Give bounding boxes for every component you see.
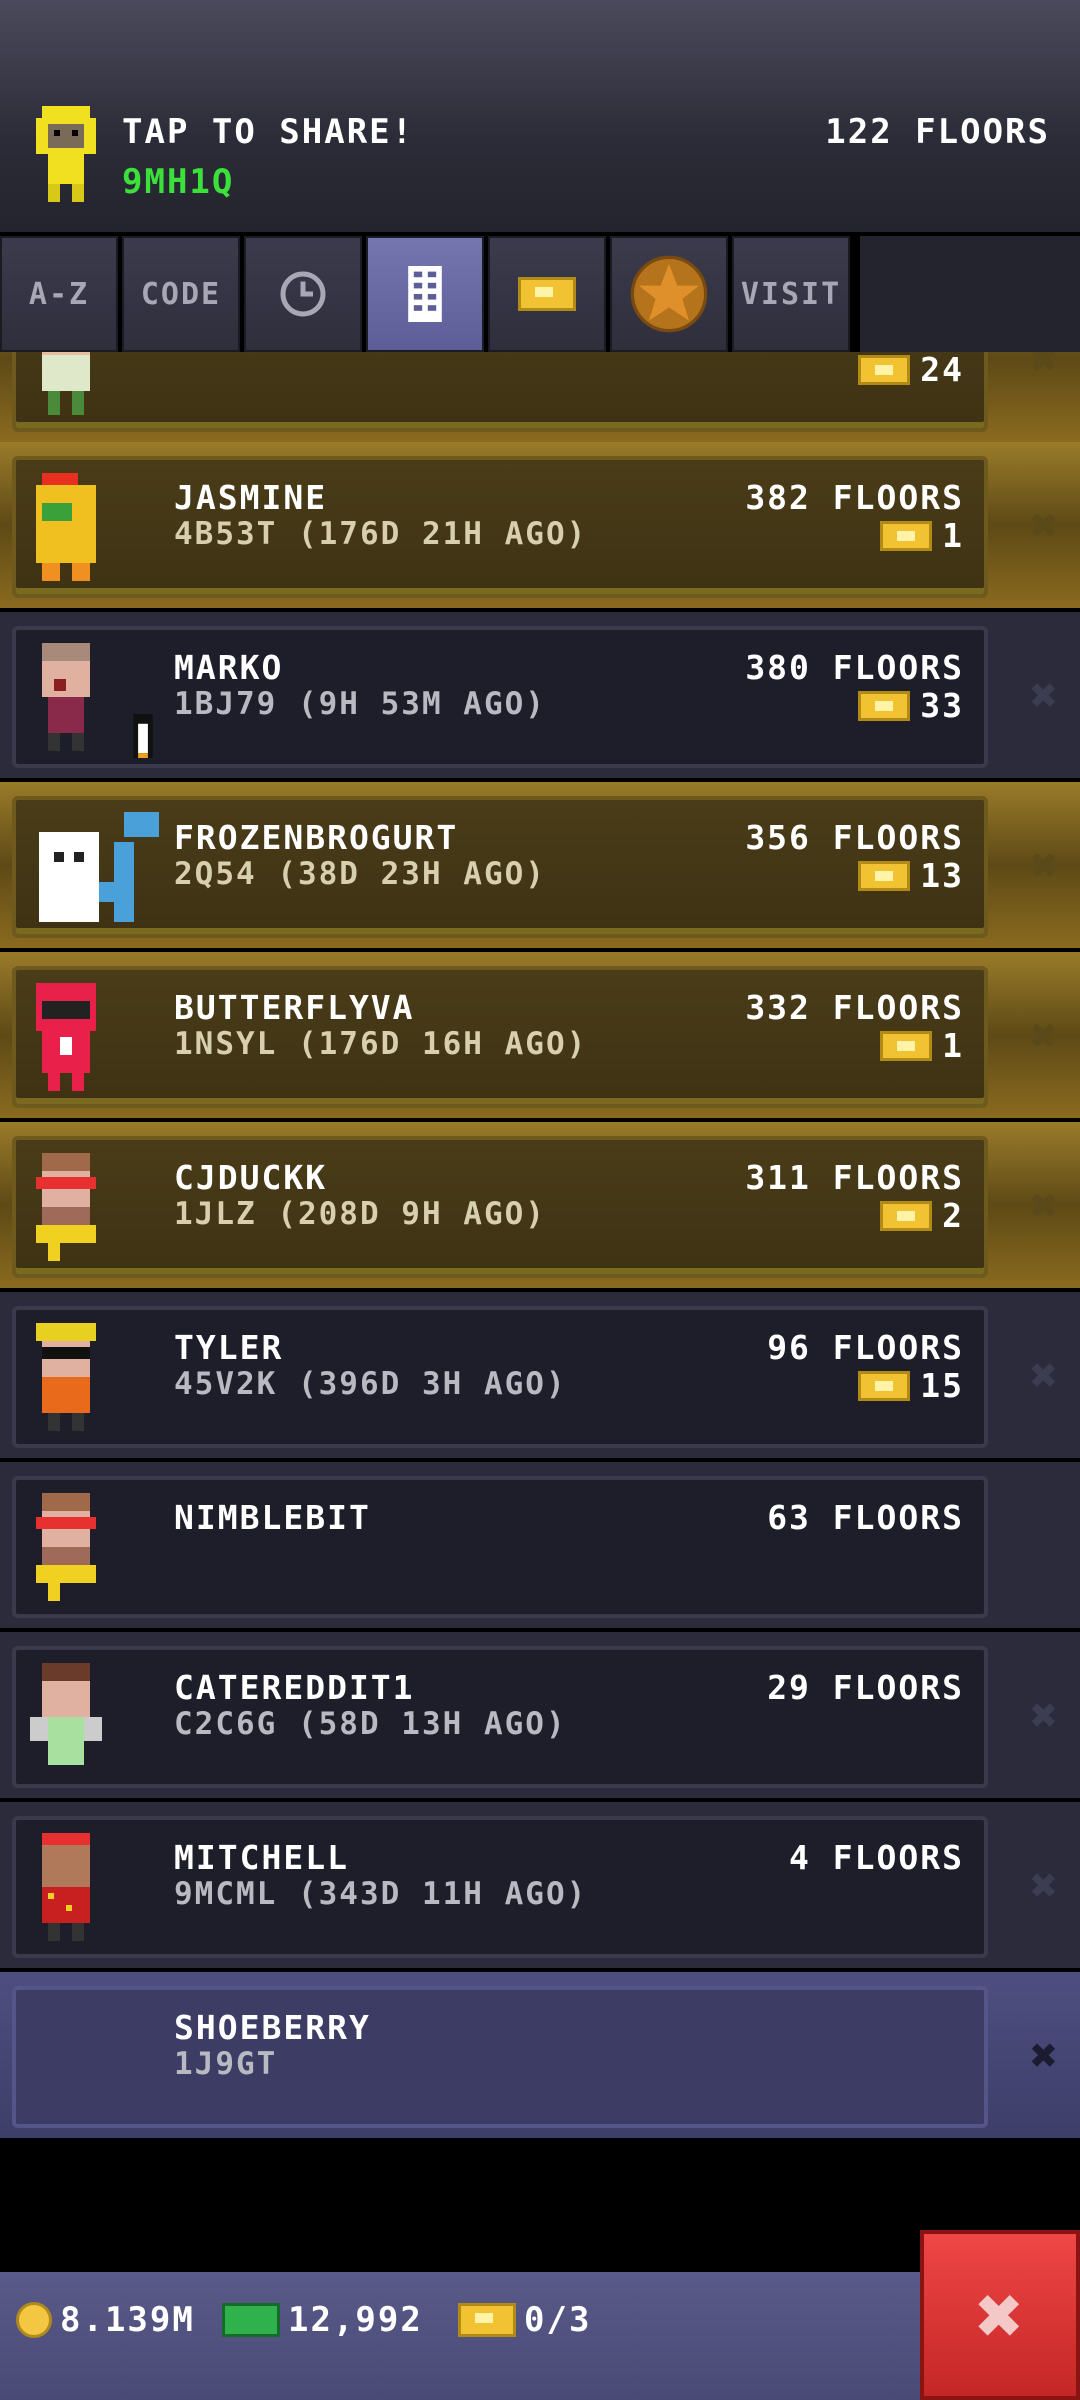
list-item[interactable]: JASMINE 4B53T (176D 21H AGO) 382 FLOORS … bbox=[0, 442, 1080, 608]
ticket-icon bbox=[858, 1370, 911, 1401]
list-item[interactable]: MITCHELL 9MCML (343D 11H AGO) 4 FLOORS ✖ bbox=[0, 1802, 1080, 1968]
ticket-icon bbox=[880, 1200, 933, 1231]
ticket-icon bbox=[880, 1030, 933, 1061]
friend-avatar bbox=[36, 1153, 96, 1261]
friend-avatar bbox=[42, 1833, 90, 1941]
star-icon bbox=[630, 255, 708, 333]
tab-bar-filler bbox=[860, 236, 1080, 352]
remove-friend-button[interactable]: ✖ bbox=[1030, 498, 1058, 552]
player-floor-count: 122 FLOORS bbox=[825, 112, 1050, 152]
list-item[interactable]: CATEREDDIT1 C2C6G (58D 13H AGO) 29 FLOOR… bbox=[0, 1632, 1080, 1798]
bux-icon bbox=[222, 2303, 280, 2337]
share-header[interactable]: TAP TO SHARE! 9MH1Q 122 FLOORS bbox=[0, 0, 1080, 232]
tab-recent[interactable] bbox=[244, 236, 362, 352]
tab-floors[interactable] bbox=[366, 236, 484, 352]
penguin-pet-icon bbox=[133, 714, 153, 758]
remove-friend-button[interactable]: ✖ bbox=[1030, 1348, 1058, 1402]
remove-friend-button[interactable]: ✖ bbox=[1030, 668, 1058, 722]
tab-vip[interactable] bbox=[610, 236, 728, 352]
ticket-icon bbox=[858, 354, 911, 385]
remove-friend-button[interactable]: ✖ bbox=[1030, 352, 1058, 386]
close-button[interactable]: ✖ bbox=[920, 2230, 1080, 2400]
friend-avatar bbox=[42, 352, 90, 415]
ticket-icon bbox=[858, 860, 911, 891]
list-item[interactable]: 24 ✖ bbox=[0, 352, 1080, 442]
list-item[interactable]: CJDUCKK 1JLZ (208D 9H AGO) 311 FLOORS 2 … bbox=[0, 1122, 1080, 1288]
friend-avatar bbox=[36, 983, 96, 1091]
ticket-icon bbox=[880, 520, 933, 551]
tab-visit[interactable]: VISIT bbox=[732, 236, 850, 352]
tab-tickets[interactable] bbox=[488, 236, 606, 352]
close-icon: ✖ bbox=[975, 2268, 1025, 2362]
bux-count: 12,992 bbox=[288, 2300, 423, 2340]
tap-to-share-label[interactable]: TAP TO SHARE! bbox=[122, 112, 414, 152]
coin-count: 8.139M bbox=[60, 2300, 195, 2340]
player-code: 9MH1Q bbox=[122, 162, 235, 202]
ticket-icon bbox=[858, 690, 911, 721]
list-item[interactable]: TYLER 45V2K (396D 3H AGO) 96 FLOORS 15 ✖ bbox=[0, 1292, 1080, 1458]
list-item[interactable]: BUTTERFLYVA 1NSYL (176D 16H AGO) 332 FLO… bbox=[0, 952, 1080, 1118]
list-item[interactable]: FROZENBROGURT 2Q54 (38D 23H AGO) 356 FLO… bbox=[0, 782, 1080, 948]
remove-friend-button[interactable]: ✖ bbox=[1030, 1688, 1058, 1742]
remove-friend-button[interactable]: ✖ bbox=[1030, 1178, 1058, 1232]
ticket-icon bbox=[458, 2303, 516, 2337]
coin-icon bbox=[16, 2302, 52, 2338]
ticket-count: 0/3 bbox=[524, 2300, 592, 2340]
friend-avatar bbox=[36, 1493, 96, 1601]
remove-friend-button[interactable]: ✖ bbox=[1030, 2028, 1058, 2082]
friend-avatar bbox=[30, 1663, 102, 1765]
tab-a-z[interactable]: A-Z bbox=[0, 236, 118, 352]
remove-friend-button[interactable]: ✖ bbox=[1030, 1008, 1058, 1062]
list-item[interactable]: NIMBLEBIT 63 FLOORS bbox=[0, 1462, 1080, 1628]
friend-avatar bbox=[39, 812, 159, 922]
currency-bar: 8.139M 12,992 0/3 bbox=[0, 2272, 1080, 2400]
friend-avatar bbox=[42, 643, 90, 751]
ticket-icon bbox=[518, 277, 576, 311]
player-avatar-icon bbox=[36, 106, 96, 202]
clock-icon bbox=[280, 271, 326, 317]
tab-code[interactable]: CODE bbox=[122, 236, 240, 352]
remove-friend-button[interactable]: ✖ bbox=[1030, 1858, 1058, 1912]
list-item[interactable]: SHOEBERRY 1J9GT ✖ bbox=[0, 1972, 1080, 2138]
list-item[interactable]: MARKO 1BJ79 (9H 53M AGO) 380 FLOORS 33 ✖ bbox=[0, 612, 1080, 778]
remove-friend-button[interactable]: ✖ bbox=[1030, 838, 1058, 892]
sort-tab-bar: A-Z CODE VISIT bbox=[0, 236, 860, 352]
friend-avatar bbox=[36, 473, 96, 581]
friend-avatar bbox=[36, 1323, 96, 1431]
friend-list[interactable]: 24 ✖ JASMINE 4B53T (176D 21H AGO) 382 FL… bbox=[0, 352, 1080, 2144]
building-icon bbox=[408, 266, 442, 322]
